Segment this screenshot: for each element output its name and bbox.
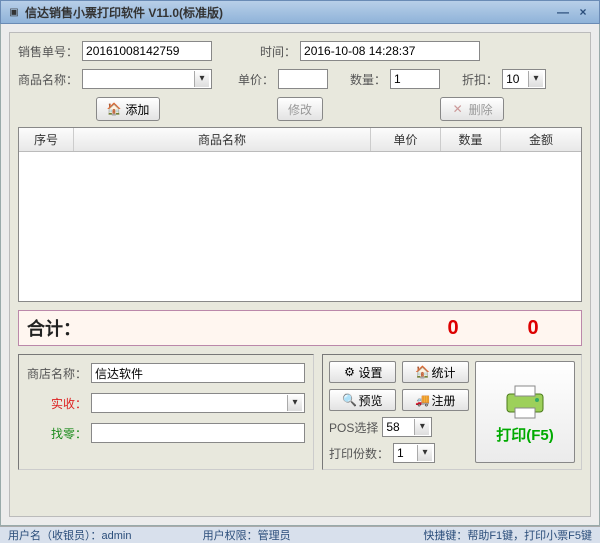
titlebar: ▣ 信达销售小票打印软件 V11.0(标准版) — ×: [0, 0, 600, 24]
items-table: 序号 商品名称 单价 数量 金额: [18, 127, 582, 302]
qty-input[interactable]: [390, 69, 440, 89]
discount-label: 折扣：: [462, 71, 498, 88]
register-button[interactable]: 🚚注册: [402, 389, 469, 411]
totals-bar: 合计： 0 0: [18, 310, 582, 346]
preview-button[interactable]: 🔍预览: [329, 389, 396, 411]
col-name[interactable]: 商品名称: [74, 128, 371, 151]
app-icon: ▣: [7, 5, 21, 19]
minimize-button[interactable]: —: [553, 5, 573, 19]
shop-panel: 商店名称： 实收： 找零：: [18, 354, 314, 470]
pos-combo[interactable]: 58: [382, 417, 432, 437]
truck-icon: 🚚: [415, 393, 429, 407]
product-name-combo[interactable]: [82, 69, 212, 89]
table-body: [19, 152, 581, 302]
edit-button[interactable]: 修改: [277, 97, 323, 121]
totals-amount: 0: [493, 317, 573, 340]
status-hotkeys: 快捷键：帮助F1键，打印小票F5键: [397, 527, 592, 543]
add-button[interactable]: 🏠 添加: [96, 97, 160, 121]
received-combo[interactable]: [91, 393, 305, 413]
col-amount[interactable]: 金额: [501, 128, 581, 151]
order-no-label: 销售单号：: [18, 43, 78, 60]
col-qty[interactable]: 数量: [441, 128, 501, 151]
price-label: 单价：: [238, 71, 274, 88]
shop-name-label: 商店名称：: [27, 365, 87, 382]
delete-button-label: 删除: [469, 101, 493, 118]
home-icon: 🏠: [415, 365, 429, 379]
status-user: 用户名（收银员）：admin: [8, 527, 203, 543]
totals-qty: 0: [413, 317, 493, 340]
change-input: [91, 423, 305, 443]
status-role: 用户权限：管理员: [203, 527, 398, 543]
home-icon: 🏠: [107, 102, 121, 116]
pos-label: POS选择: [329, 419, 378, 436]
copies-label: 打印份数：: [329, 445, 389, 462]
print-button-label: 打印(F5): [496, 424, 554, 445]
print-panel: ⚙设置 🏠统计 🔍预览 🚚注册 POS选择 58 打印份数： 1 打印(F5): [322, 354, 582, 470]
close-button[interactable]: ×: [573, 5, 593, 19]
time-label: 时间：: [260, 43, 296, 60]
change-label: 找零：: [27, 425, 87, 442]
gear-icon: ⚙: [342, 365, 356, 379]
shop-name-input[interactable]: [91, 363, 305, 383]
settings-button[interactable]: ⚙设置: [329, 361, 396, 383]
add-button-label: 添加: [125, 101, 149, 118]
col-seq[interactable]: 序号: [19, 128, 74, 151]
statusbar: 用户名（收银员）：admin 用户权限：管理员 快捷键：帮助F1键，打印小票F5…: [0, 526, 600, 543]
window-title: 信达销售小票打印软件 V11.0(标准版): [25, 4, 553, 21]
edit-button-label: 修改: [288, 101, 312, 118]
search-icon: 🔍: [342, 393, 356, 407]
price-input[interactable]: [278, 69, 328, 89]
stats-button[interactable]: 🏠统计: [402, 361, 469, 383]
print-button[interactable]: 打印(F5): [475, 361, 575, 463]
time-input[interactable]: [300, 41, 480, 61]
printer-icon: [501, 380, 549, 420]
delete-button[interactable]: ✕ 删除: [440, 97, 504, 121]
qty-label: 数量：: [350, 71, 386, 88]
col-price[interactable]: 单价: [371, 128, 441, 151]
x-icon: ✕: [451, 102, 465, 116]
product-name-label: 商品名称：: [18, 71, 78, 88]
copies-combo[interactable]: 1: [393, 443, 435, 463]
received-label: 实收：: [27, 395, 87, 412]
order-no-input[interactable]: [82, 41, 212, 61]
discount-combo[interactable]: 10: [502, 69, 546, 89]
window-body: 销售单号： 时间： 商品名称： 单价： 数量： 折扣： 10 🏠 添加 修改 ✕…: [0, 24, 600, 526]
totals-label: 合计：: [27, 315, 81, 341]
